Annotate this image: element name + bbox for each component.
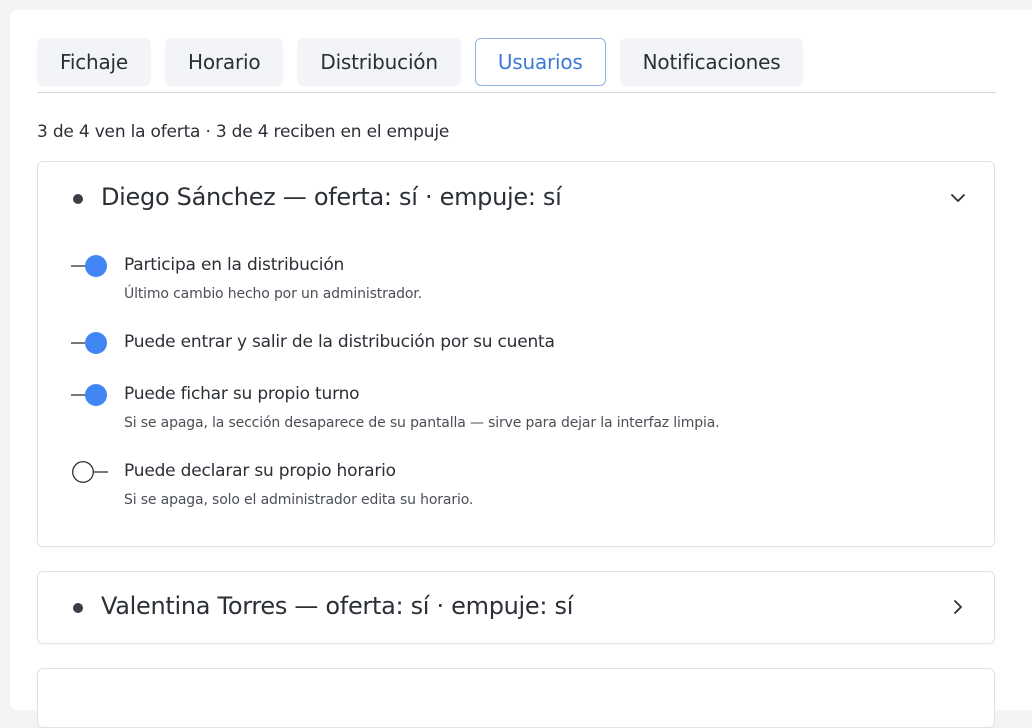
user-card-title: Valentina Torres — oferta: sí · empuje: … xyxy=(101,592,574,620)
tab-usuarios[interactable]: Usuarios xyxy=(474,38,606,86)
users-summary: 3 de 4 ven la oferta · 3 de 4 reciben en… xyxy=(37,122,450,142)
tab-fichaje[interactable]: Fichaje xyxy=(37,38,151,86)
user-card-header[interactable]: Diego Sánchez — oferta: sí · empuje: sí xyxy=(38,162,994,238)
chevron-down-icon[interactable] xyxy=(948,188,968,208)
permission-label: Participa en la distribución xyxy=(124,255,345,275)
toggle-fichar[interactable] xyxy=(71,383,109,407)
user-card-next[interactable] xyxy=(37,668,995,728)
toggle-participa[interactable] xyxy=(71,254,109,278)
user-card-title: Diego Sánchez — oferta: sí · empuje: sí xyxy=(101,183,562,211)
toggle-entrar-salir[interactable] xyxy=(71,331,109,355)
tab-bar: Fichaje Horario Distribución Usuarios No… xyxy=(37,38,804,86)
tab-notificaciones[interactable]: Notificaciones xyxy=(619,38,804,86)
user-card-diego: Diego Sánchez — oferta: sí · empuje: sí … xyxy=(37,161,995,547)
permission-label: Puede declarar su propio horario xyxy=(124,461,396,481)
permission-label: Puede fichar su propio turno xyxy=(124,384,360,404)
user-card-valentina: Valentina Torres — oferta: sí · empuje: … xyxy=(37,571,995,644)
user-bullet xyxy=(73,603,83,613)
permission-description: Último cambio hecho por un administrador… xyxy=(124,286,422,302)
permission-description: Si se apaga, la sección desaparece de su… xyxy=(124,415,720,431)
tab-horario[interactable]: Horario xyxy=(165,38,284,86)
settings-panel: Fichaje Horario Distribución Usuarios No… xyxy=(10,10,1032,728)
chevron-right-icon[interactable] xyxy=(948,597,968,617)
permission-description: Si se apaga, solo el administrador edita… xyxy=(124,492,474,508)
user-bullet xyxy=(73,194,83,204)
user-card-header[interactable]: Valentina Torres — oferta: sí · empuje: … xyxy=(38,572,994,645)
permission-label: Puede entrar y salir de la distribución … xyxy=(124,332,555,352)
toggle-horario[interactable] xyxy=(71,460,109,484)
tab-distribucion[interactable]: Distribución xyxy=(297,38,461,86)
tabs-divider xyxy=(37,92,996,93)
